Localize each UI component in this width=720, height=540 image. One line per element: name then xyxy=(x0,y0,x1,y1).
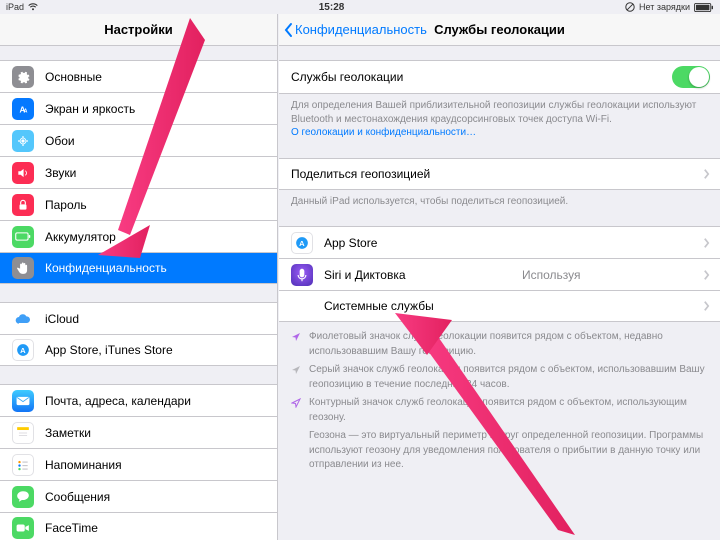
sidebar-group-device: Основные AA Экран и яркость Обои Звуки П… xyxy=(0,60,277,284)
sidebar-item-icloud[interactable]: iCloud xyxy=(0,302,277,334)
notes-icon xyxy=(16,426,30,440)
sidebar-item-label: Конфиденциальность xyxy=(45,261,167,275)
sidebar-item-messages[interactable]: Сообщения xyxy=(0,480,277,512)
chevron-right-icon xyxy=(703,237,710,249)
sidebar-item-appstore[interactable]: A App Store, iTunes Store xyxy=(0,334,277,366)
mail-icon xyxy=(16,396,30,406)
sidebar-group-apps: Почта, адреса, календари Заметки Напомин… xyxy=(0,384,277,540)
app-label: Системные службы xyxy=(324,299,434,313)
share-location-group: Поделиться геопозицией xyxy=(279,158,720,190)
chevron-right-icon xyxy=(703,300,710,312)
app-row-appstore[interactable]: A App Store xyxy=(279,226,720,258)
toggle-label: Службы геолокации xyxy=(291,70,403,84)
siri-icon xyxy=(297,268,307,282)
sidebar-item-sounds[interactable]: Звуки xyxy=(0,156,277,188)
location-switch[interactable] xyxy=(672,66,710,88)
reminders-icon xyxy=(16,458,30,472)
location-arrow-outline-icon xyxy=(291,398,301,408)
appstore-icon: A xyxy=(295,236,309,250)
lock-icon xyxy=(16,198,30,212)
wifi-icon xyxy=(28,3,38,11)
sidebar-item-notes[interactable]: Заметки xyxy=(0,416,277,448)
sidebar-item-general[interactable]: Основные xyxy=(0,60,277,92)
settings-sidebar: Настройки Основные AA Экран и яркость Об… xyxy=(0,14,278,540)
icloud-icon xyxy=(15,313,31,325)
sound-icon xyxy=(16,166,30,180)
app-row-siri[interactable]: Siri и Диктовка Используя xyxy=(279,258,720,290)
battery-icon xyxy=(694,3,714,12)
hand-icon xyxy=(16,261,30,275)
location-legend: Фиолетовый значок служб геолокации появи… xyxy=(279,322,720,473)
chevron-right-icon xyxy=(703,168,710,180)
battery-item-icon xyxy=(15,232,31,241)
toggle-footer: Для определения Вашей приблизительной ге… xyxy=(279,94,720,140)
share-label: Поделиться геопозицией xyxy=(291,167,430,181)
sidebar-item-display[interactable]: AA Экран и яркость xyxy=(0,92,277,124)
status-bar: iPad 15:28 Нет зарядки xyxy=(0,0,720,14)
sidebar-item-passcode[interactable]: Пароль xyxy=(0,188,277,220)
sidebar-item-label: iCloud xyxy=(45,312,79,326)
appstore-icon: A xyxy=(16,343,30,357)
sidebar-item-facetime[interactable]: FaceTime xyxy=(0,512,277,540)
location-toggle-group: Службы геолокации xyxy=(279,60,720,94)
device-label: iPad xyxy=(6,2,24,12)
sidebar-title: Настройки xyxy=(104,22,173,37)
sidebar-item-mail[interactable]: Почта, адреса, календари xyxy=(0,384,277,416)
sidebar-item-label: Пароль xyxy=(45,198,87,212)
wallpaper-icon xyxy=(16,134,30,148)
sidebar-item-label: App Store, iTunes Store xyxy=(45,343,173,357)
location-arrow-purple-icon xyxy=(291,332,301,342)
chevron-right-icon xyxy=(703,269,710,281)
sidebar-group-account: iCloud A App Store, iTunes Store xyxy=(0,302,277,366)
app-row-system-services[interactable]: Системные службы xyxy=(279,290,720,322)
sidebar-item-label: FaceTime xyxy=(45,521,98,535)
back-button[interactable]: Конфиденциальность xyxy=(283,22,427,38)
detail-header: Конфиденциальность Службы геолокации xyxy=(279,14,720,46)
app-status: Используя xyxy=(522,268,581,282)
sidebar-item-battery[interactable]: Аккумулятор xyxy=(0,220,277,252)
svg-text:A: A xyxy=(20,346,26,355)
chevron-left-icon xyxy=(283,22,293,38)
sidebar-header: Настройки xyxy=(0,14,277,46)
share-footer: Данный iPad используется, чтобы поделить… xyxy=(279,190,720,209)
sidebar-item-label: Напоминания xyxy=(45,458,122,472)
brightness-icon: AA xyxy=(16,102,30,116)
messages-icon xyxy=(16,490,30,503)
app-label: App Store xyxy=(324,236,377,250)
gear-icon xyxy=(16,70,30,84)
app-label: Siri и Диктовка xyxy=(324,268,406,282)
detail-title: Службы геолокации xyxy=(434,22,565,37)
about-privacy-link[interactable]: О геолокации и конфиденциальности… xyxy=(291,127,476,138)
sidebar-item-label: Звуки xyxy=(45,166,76,180)
sidebar-item-label: Основные xyxy=(45,70,102,84)
sidebar-item-label: Заметки xyxy=(45,426,91,440)
detail-pane: Конфиденциальность Службы геолокации Слу… xyxy=(279,14,720,540)
share-location-row[interactable]: Поделиться геопозицией xyxy=(279,158,720,190)
back-label: Конфиденциальность xyxy=(295,22,427,37)
facetime-icon xyxy=(16,523,30,533)
clock: 15:28 xyxy=(38,2,625,13)
svg-text:A: A xyxy=(24,108,28,114)
sidebar-item-label: Аккумулятор xyxy=(45,230,116,244)
not-charging-icon xyxy=(625,2,635,12)
sidebar-item-label: Экран и яркость xyxy=(45,102,135,116)
svg-text:A: A xyxy=(299,238,305,247)
sidebar-item-wallpaper[interactable]: Обои xyxy=(0,124,277,156)
charging-label: Нет зарядки xyxy=(639,2,690,12)
app-list-group: A App Store Siri и Диктовка Используя Си… xyxy=(279,226,720,322)
sidebar-item-privacy[interactable]: Конфиденциальность xyxy=(0,252,277,284)
sidebar-item-label: Почта, адреса, календари xyxy=(45,394,191,408)
sidebar-item-label: Сообщения xyxy=(45,490,110,504)
location-services-toggle-row[interactable]: Службы геолокации xyxy=(279,60,720,94)
sidebar-item-reminders[interactable]: Напоминания xyxy=(0,448,277,480)
sidebar-item-label: Обои xyxy=(45,134,75,148)
location-arrow-gray-icon xyxy=(291,365,301,375)
